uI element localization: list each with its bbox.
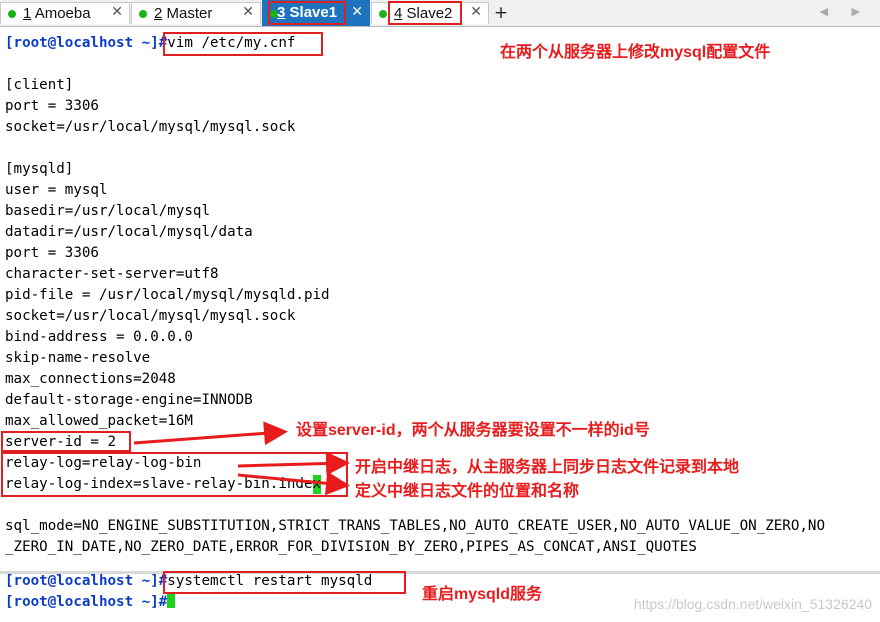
annotation-relay-log: 开启中继日志，从主服务器上同步日志文件记录到本地 [355, 459, 740, 476]
arrow-relay-log-index [237, 471, 350, 496]
arrow-relay-log [237, 451, 350, 476]
annotation-restart: 重启mysqld服务 [422, 586, 543, 603]
watermark: https://blog.csdn.net/weixin_51326240 [633, 596, 872, 612]
annotation-server-id: 设置server-id，两个从服务器要设置不一样的id号 [296, 422, 650, 439]
annotation-edit-config: 在两个从服务器上修改mysql配置文件 [500, 44, 771, 61]
annotation-arrows [133, 421, 350, 496]
annotation-relay-log-index: 定义中继日志文件的位置和名称 [355, 483, 580, 500]
arrow-server-id [133, 421, 288, 446]
